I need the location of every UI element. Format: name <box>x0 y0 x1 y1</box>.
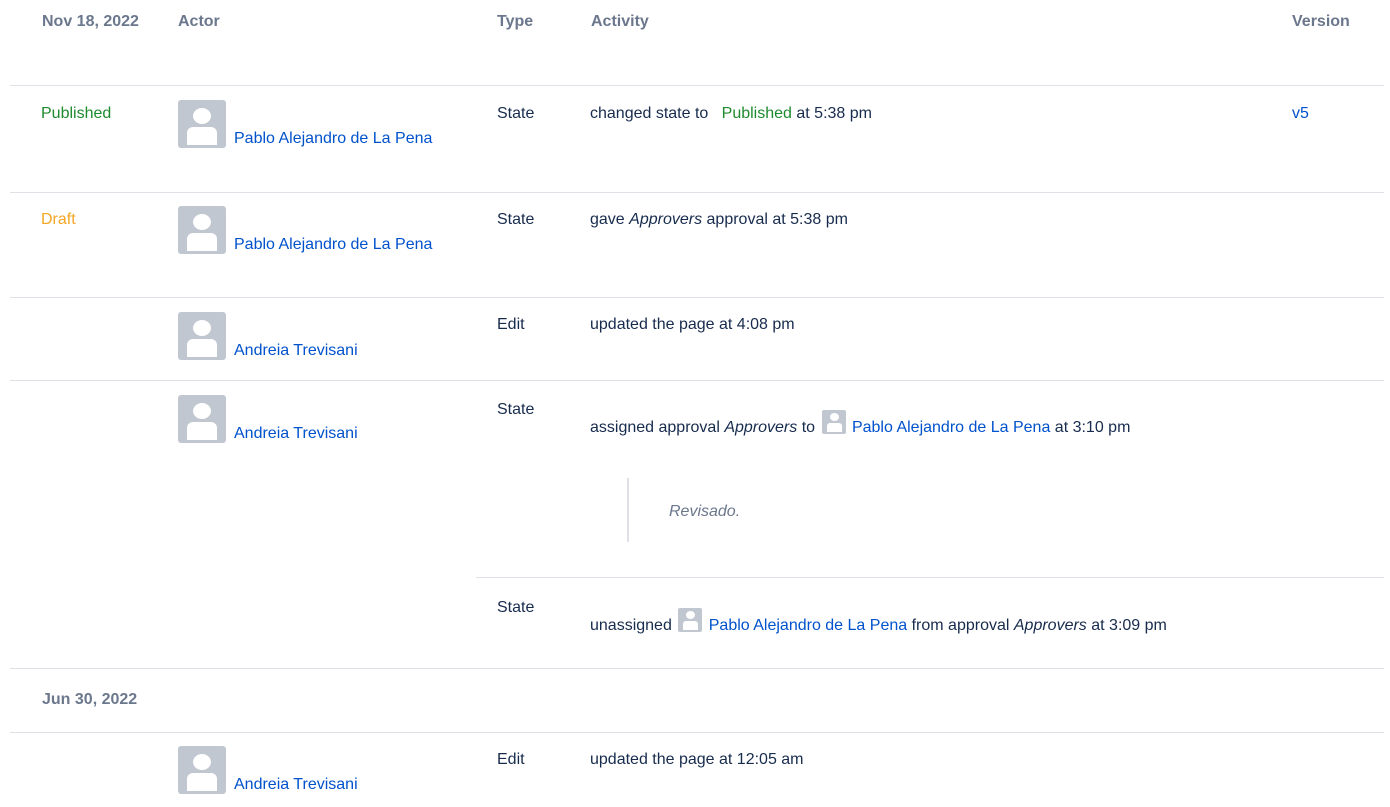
type-header: Type <box>497 13 534 30</box>
type-cell: State <box>497 599 535 616</box>
avatar-icon[interactable] <box>178 312 226 360</box>
activity-text: from approval <box>911 617 1010 634</box>
activity-cell: updated the page at 4:08 pm <box>590 316 795 333</box>
type-cell: State <box>497 105 535 122</box>
type-cell: State <box>497 401 535 418</box>
version-link[interactable]: v5 <box>1292 102 1309 126</box>
activity-approvers: Approvers <box>629 211 703 228</box>
avatar-icon[interactable] <box>178 206 226 254</box>
row-divider <box>10 732 1384 733</box>
user-link[interactable]: Pablo Alejandro de La Pena <box>709 617 907 634</box>
activity-text: unassigned <box>590 617 672 634</box>
activity-text: to <box>801 419 816 436</box>
comment-text: Revisado. <box>669 503 741 520</box>
type-cell: Edit <box>497 751 525 768</box>
header-divider <box>10 85 1384 86</box>
comment-quote: Revisado. <box>627 478 740 542</box>
actor-cell: Pablo Alejandro de La Pena <box>178 206 438 257</box>
mini-avatar-icon[interactable] <box>821 410 846 434</box>
activity-text: changed state to <box>590 105 709 122</box>
activity-text: approval at 5:38 pm <box>706 211 848 228</box>
activity-text: at 3:09 pm <box>1091 617 1167 634</box>
type-cell: State <box>497 211 535 228</box>
actor-header: Actor <box>178 13 220 30</box>
state-badge-draft: Draft <box>41 211 76 228</box>
activity-text: assigned approval <box>590 419 720 436</box>
avatar-icon[interactable] <box>178 746 226 794</box>
activity-cell: assigned approval Approvers to Pablo Ale… <box>590 410 1250 438</box>
avatar-icon[interactable] <box>178 395 226 443</box>
activity-text: gave <box>590 211 625 228</box>
version-header: Version <box>1292 13 1350 30</box>
actor-cell: Andreia Trevisani <box>178 395 438 446</box>
actor-cell: Andreia Trevisani <box>178 312 438 363</box>
state-badge-published: Published <box>41 105 112 122</box>
activity-header: Activity <box>591 13 649 30</box>
activity-cell: updated the page at 12:05 am <box>590 751 804 768</box>
avatar-icon[interactable] <box>178 100 226 148</box>
row-divider <box>10 297 1384 298</box>
row-divider <box>10 192 1384 193</box>
date-header: Nov 18, 2022 <box>42 13 139 30</box>
actor-cell: Andreia Trevisani <box>178 746 438 797</box>
row-divider <box>10 668 1384 669</box>
date-group-header: Jun 30, 2022 <box>42 691 138 708</box>
row-divider <box>10 380 1384 381</box>
activity-approvers: Approvers <box>724 419 798 436</box>
actor-cell: Pablo Alejandro de La Pena <box>178 100 438 151</box>
user-link[interactable]: Pablo Alejandro de La Pena <box>852 419 1050 436</box>
activity-cell: gave Approvers approval at 5:38 pm <box>590 210 1250 230</box>
type-cell: Edit <box>497 316 525 333</box>
activity-cell: unassigned Pablo Alejandro de La Pena fr… <box>590 608 1250 636</box>
activity-text: at 3:10 pm <box>1054 419 1131 436</box>
row-divider-sub <box>476 577 1384 578</box>
activity-approvers: Approvers <box>1013 617 1087 634</box>
activity-text: at 5:38 pm <box>796 105 872 122</box>
activity-cell: changed state to Published at 5:38 pm <box>590 104 1250 124</box>
mini-avatar-icon[interactable] <box>678 608 703 632</box>
activity-state-published: Published <box>721 105 792 122</box>
